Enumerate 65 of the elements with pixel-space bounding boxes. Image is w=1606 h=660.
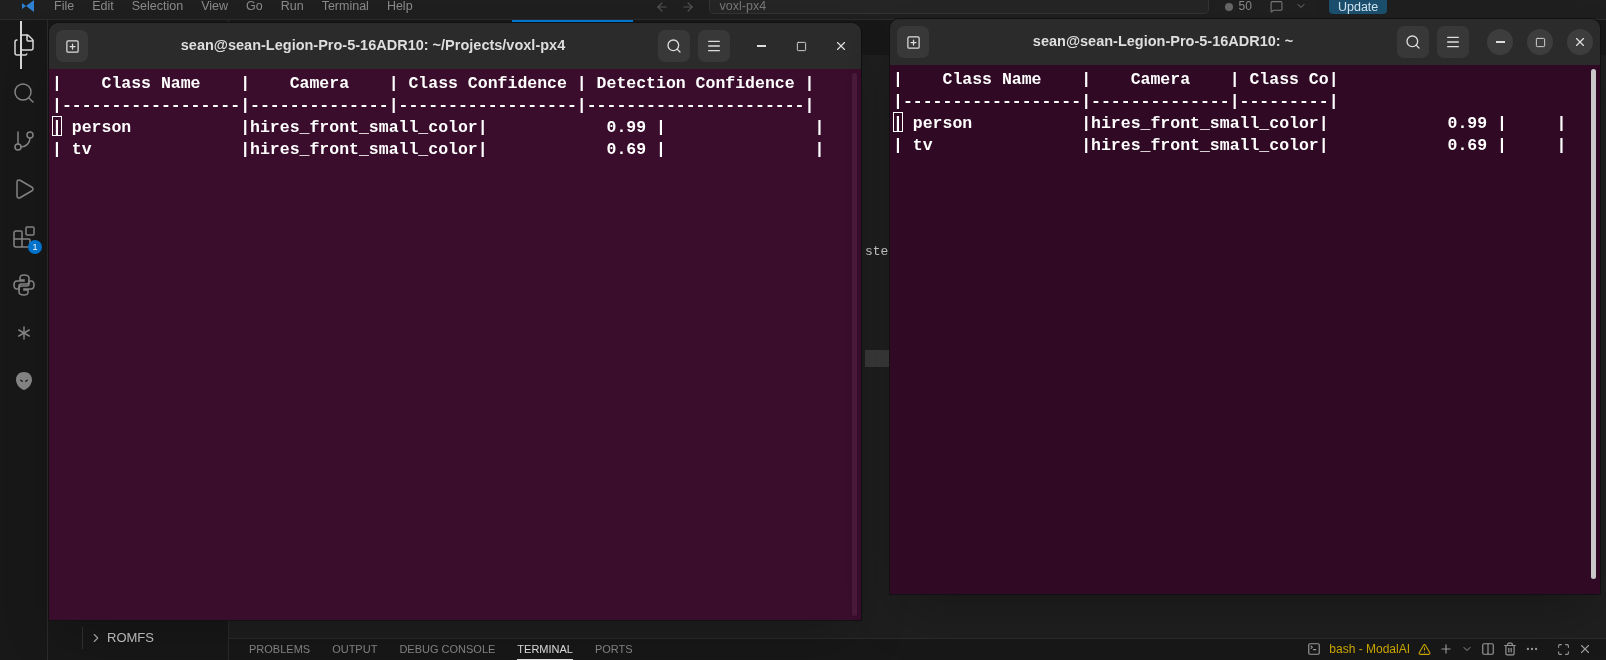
close-icon <box>1573 35 1587 49</box>
menu-item[interactable]: Edit <box>92 0 114 13</box>
menu-button[interactable] <box>698 30 730 62</box>
search-icon <box>1405 34 1421 50</box>
chat-icon[interactable] <box>1269 0 1283 13</box>
menu-item[interactable]: Terminal <box>321 0 369 13</box>
search-button[interactable] <box>658 30 690 62</box>
code-text: ste <box>865 243 889 261</box>
files-icon[interactable] <box>12 33 36 57</box>
add-icon[interactable] <box>1439 642 1453 656</box>
menu-item[interactable]: Help <box>386 0 413 13</box>
new-tab-icon <box>64 38 80 54</box>
close-icon <box>834 39 848 53</box>
menu-item[interactable]: View <box>201 0 228 13</box>
new-tab-icon <box>905 34 921 50</box>
update-button[interactable]: Update <box>1328 0 1388 14</box>
terminal-line: | tv |hires_front_small_color| 0.69 | | <box>893 136 1567 155</box>
maximize-icon <box>1534 36 1546 48</box>
minimize-button[interactable] <box>1487 29 1513 55</box>
menu-item[interactable]: File <box>54 0 75 13</box>
menu-item[interactable]: Run <box>280 0 304 13</box>
window-title: sean@sean-Legion-Pro-5-16ADR10: ~/Projects/voxl-px4 <box>179 36 567 56</box>
minimize-icon <box>756 45 766 47</box>
panel-tab[interactable]: OUTPUT <box>332 639 378 660</box>
terminal-icon <box>1307 642 1322 656</box>
split-icon[interactable] <box>1481 642 1495 656</box>
terminal-line: | Class Name | Camera | Class Confidence | Detection Confidence | <box>52 74 815 93</box>
close-icon[interactable] <box>1578 642 1592 656</box>
menu-item[interactable]: Go <box>246 0 263 13</box>
new-tab-button[interactable] <box>897 26 929 58</box>
terminal-line: | Class Name | Camera | Class Co| <box>893 70 1339 89</box>
panel-tab[interactable]: PROBLEMS <box>249 639 311 660</box>
search-button[interactable] <box>1397 26 1429 58</box>
terminal-line: | tv |hires_front_small_color| 0.69 | | <box>52 140 825 159</box>
terminal-line: |------------------|--------------|---------| <box>893 92 1339 111</box>
new-tab-button[interactable] <box>56 30 88 62</box>
active-indicator <box>20 21 22 69</box>
panel-tab[interactable]: DEBUG CONSOLE <box>399 639 496 660</box>
trash-icon[interactable] <box>1503 642 1517 656</box>
terminal-line: |------------------|--------------|------------------|----------------------| <box>52 96 815 115</box>
menu-icon <box>706 38 722 54</box>
search-icon[interactable] <box>12 81 36 105</box>
panel-tab[interactable]: TERMINAL <box>517 639 573 660</box>
branch-icon[interactable] <box>12 129 36 153</box>
panel-tab[interactable]: PORTS <box>594 639 633 660</box>
maximize-icon[interactable] <box>1557 642 1570 656</box>
count-badge: 1 <box>28 240 42 254</box>
search-icon <box>666 38 682 54</box>
minimize-icon <box>1495 41 1505 43</box>
maximize-icon <box>795 40 807 52</box>
folder-name[interactable]: ROMFS <box>107 628 154 648</box>
maximize-button[interactable] <box>1527 29 1553 55</box>
close-button[interactable] <box>1567 29 1593 55</box>
count-label: 50 <box>1238 0 1252 12</box>
menu-icon <box>1445 34 1461 50</box>
warning-icon <box>1418 642 1431 656</box>
menu-item[interactable]: Selection <box>131 0 184 13</box>
blocks-icon[interactable] <box>12 225 36 249</box>
terminal-line: | person |hires_front_small_color| 0.99 | | <box>52 118 825 137</box>
terminal-name[interactable]: bash - ModalAI <box>1329 640 1410 658</box>
command-search-field[interactable]: voxl-px4 <box>708 0 1209 14</box>
terminal-line: | person |hires_front_small_color| 0.99 | | <box>893 114 1567 133</box>
window-title: sean@sean-Legion-Pro-5-16ADR10: ~ <box>1031 32 1295 52</box>
python-icon[interactable] <box>12 273 36 297</box>
menu-button[interactable] <box>1437 26 1469 58</box>
